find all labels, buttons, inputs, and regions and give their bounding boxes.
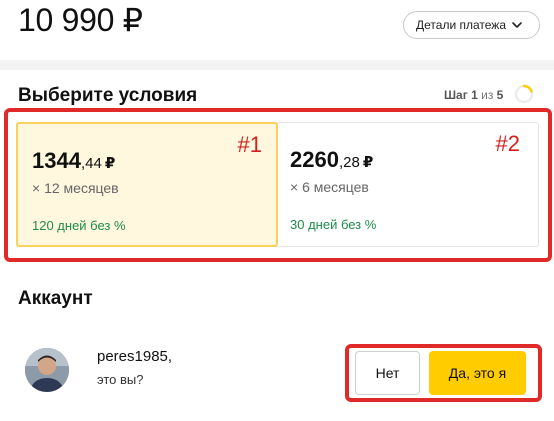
account-title: Аккаунт <box>18 288 93 309</box>
account-question: это вы? <box>97 372 144 387</box>
step-current: 1 <box>471 88 478 102</box>
terms-title: Выберите условия <box>18 85 198 106</box>
account-username: peres1985, <box>97 348 173 365</box>
annotation-frame-plans <box>4 108 552 262</box>
chevron-down-icon <box>512 22 522 28</box>
user-avatar-icon <box>25 348 69 392</box>
progress-ring-icon <box>514 84 534 104</box>
step-label: Шаг <box>444 88 468 102</box>
step-total: 5 <box>496 88 504 102</box>
payment-details-button[interactable]: Детали платежа <box>403 11 540 39</box>
section-divider <box>0 60 554 70</box>
payment-header: 10 990 ₽ Детали платежа <box>0 0 554 60</box>
terms-and-account-section: Выберите условия Шаг 1 из 5 #1 1344,44 ₽ … <box>0 70 554 421</box>
payment-details-label: Детали платежа <box>416 18 506 32</box>
annotation-frame-buttons <box>345 344 542 402</box>
step-indicator: Шаг 1 из 5 <box>444 88 503 102</box>
step-of: из <box>481 88 494 102</box>
payment-amount: 10 990 ₽ <box>18 2 143 38</box>
